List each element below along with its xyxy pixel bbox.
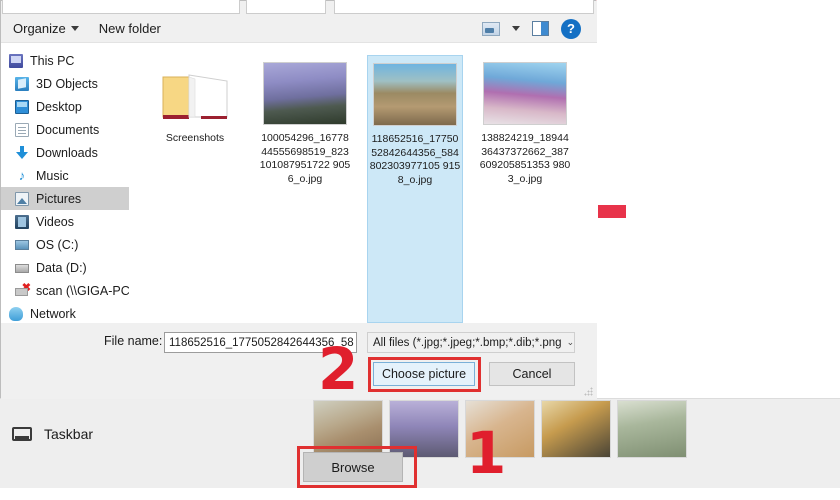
3d-objects-icon [15,76,29,91]
address-bar-segment[interactable] [246,0,326,14]
nav-item-label: Videos [36,214,74,229]
file-type-filter-select[interactable]: All files (*.jpg;*.jpeg;*.bmp;*.dib;*.pn… [367,332,575,353]
nav-item-label: 3D Objects [36,76,98,91]
browse-highlight-box [297,446,417,488]
this-pc-icon [9,53,23,68]
nav-item-label: Pictures [36,191,82,206]
taskbar-label: Taskbar [44,426,94,442]
os-drive-icon [15,238,29,252]
address-bar[interactable] [2,0,240,14]
data-drive-icon [15,261,29,275]
nav-item-os-c[interactable]: OS (C:) [1,233,129,256]
nav-item-label: Downloads [36,145,98,160]
thumbnail-wrap [482,59,568,125]
navigation-pane: This PC 3D Objects Desktop Documents Downloa… [1,43,129,323]
nav-item-videos[interactable]: Videos [1,210,129,233]
music-icon: ♪ [18,167,26,183]
thumbnail-wrap [152,59,238,125]
organize-button[interactable]: Organize [1,15,89,42]
search-input[interactable] [334,0,594,14]
file-tile[interactable]: Screenshots [147,55,243,323]
view-options-icon[interactable] [482,21,500,36]
file-tile[interactable]: 138824219_1894436437372662_3876092058513… [477,55,573,323]
background-accent-bar [598,205,626,218]
new-folder-button[interactable]: New folder [89,15,171,42]
folder-icon [155,67,235,125]
background-bottom-strip [0,488,840,500]
nav-item-documents[interactable]: Documents [1,118,129,141]
thumbnail-wrap [262,59,348,125]
nav-item-label: Desktop [36,99,82,114]
callout-number-1: 1 [466,419,507,487]
taskbar-row[interactable]: Taskbar [0,420,300,448]
pictures-icon [15,191,29,206]
dialog-top-strip [1,0,597,15]
background-thumbnail[interactable] [541,400,611,458]
file-type-value: All files (*.jpg;*.jpeg;*.bmp;*.dib;*.pn… [373,336,562,349]
file-label: Screenshots [165,132,225,144]
dialog-toolbar: Organize New folder ? [1,15,597,43]
nav-item-label: Documents [36,122,100,137]
cancel-button[interactable]: Cancel [489,362,575,386]
image-thumbnail [483,62,567,125]
file-label: 138824219_1894436437372662_3876092058513… [479,132,571,185]
file-picker-dialog: Organize New folder ? This PC 3D Objects D… [0,0,597,399]
desktop-icon [15,99,29,114]
network-drive-disconnected-icon [15,283,31,298]
preview-pane-icon[interactable] [532,21,549,36]
screenshot-root: Taskbar Browse Organize New folder ? Thi… [0,0,840,500]
nav-item-pictures[interactable]: Pictures [1,187,129,210]
nav-item-label: This PC [30,53,75,68]
nav-item-desktop[interactable]: Desktop [1,95,129,118]
nav-item-network[interactable]: Network [1,302,129,323]
new-folder-label: New folder [98,21,161,36]
nav-item-downloads[interactable]: Downloads [1,141,129,164]
file-label: 100054296_1677844555698519_8231010879517… [259,132,351,185]
chevron-down-icon[interactable] [512,26,520,31]
file-tile[interactable]: 118652516_1775052842644356_5848023039771… [367,55,463,323]
image-thumbnail [263,62,347,125]
background-thumbnail[interactable] [617,400,687,458]
videos-icon [15,214,29,229]
nav-item-label: OS (C:) [36,237,79,252]
thumbnail-wrap [372,60,458,126]
nav-item-scan-giga-pc[interactable]: scan (\\GIGA-PC [1,279,129,302]
network-icon [9,306,23,321]
downloads-icon [15,145,29,160]
nav-item-label: Music [36,168,69,183]
image-thumbnail [373,63,457,126]
nav-item-label: scan (\\GIGA-PC [36,283,129,298]
resize-grip[interactable] [584,387,593,396]
nav-item-this-pc[interactable]: This PC [1,49,129,72]
file-tile[interactable]: 100054296_1677844555698519_8231010879517… [257,55,353,323]
nav-item-data-d[interactable]: Data (D:) [1,256,129,279]
dialog-body: This PC 3D Objects Desktop Documents Downloa… [1,43,597,323]
nav-item-label: Data (D:) [36,260,87,275]
nav-item-music[interactable]: ♪ Music [1,164,129,187]
chevron-down-icon[interactable]: ⌄ [562,337,580,348]
callout-number-2: 2 [318,335,359,403]
file-name-label: File name: [104,334,163,348]
nav-item-label: Network [30,306,76,321]
documents-icon [15,122,29,137]
nav-item-3d-objects[interactable]: 3D Objects [1,72,129,95]
toolbar-right-group: ? [482,18,597,39]
taskbar-icon [12,427,32,441]
help-icon[interactable]: ? [561,18,581,39]
file-list-pane: Screenshots 100054296_1677844555698519_82… [129,43,597,323]
file-label: 118652516_1775052842644356_5848023039771… [369,133,461,186]
chevron-down-icon [70,26,79,31]
organize-label: Organize [13,21,66,36]
choose-picture-highlight-box [368,357,481,392]
